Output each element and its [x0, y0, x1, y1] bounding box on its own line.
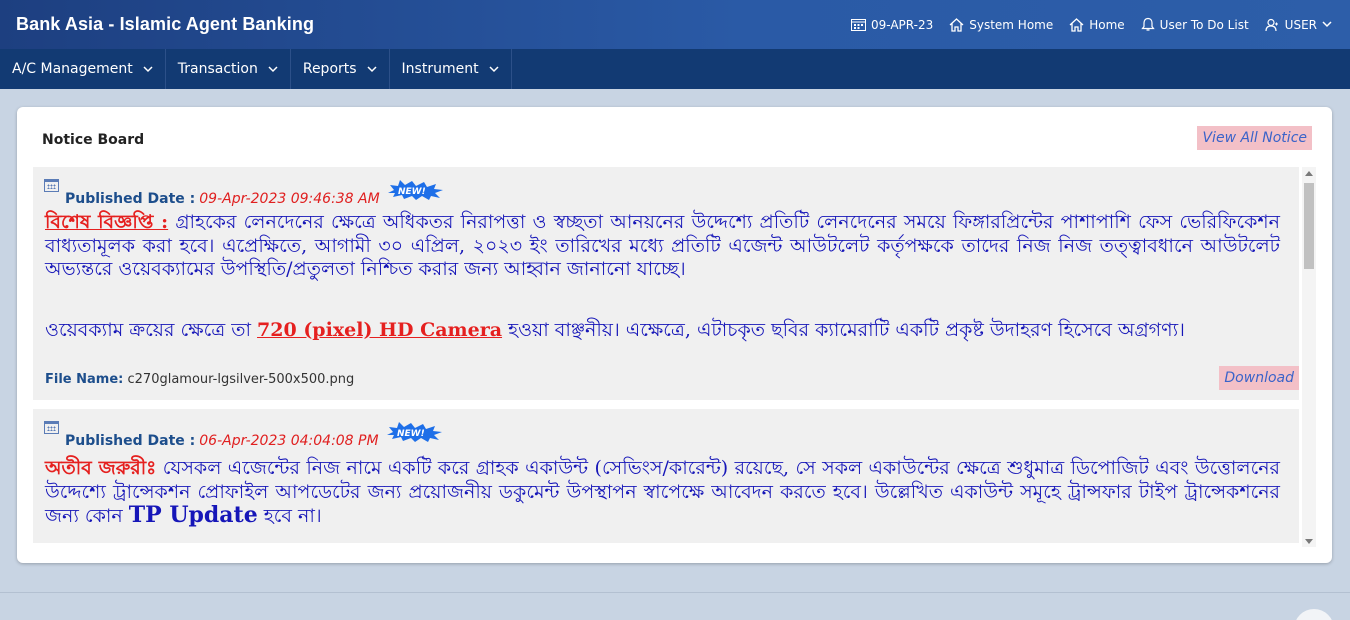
corner-widget[interactable]: [1294, 609, 1334, 620]
new-badge-icon: NEW!: [385, 421, 443, 447]
new-badge-text: NEW!: [397, 429, 425, 439]
system-home-label: System Home: [969, 17, 1054, 32]
vertical-scrollbar[interactable]: [1302, 167, 1316, 547]
file-name-label: File Name:: [45, 372, 124, 387]
file-name: c270glamour-lgsilver-500x500.png: [127, 372, 355, 387]
footer-divider: [0, 592, 1350, 593]
camera-spec-highlight: 720 (pixel) HD Camera: [257, 319, 503, 341]
user-menu[interactable]: USER: [1265, 18, 1332, 32]
scrollbar-thumb[interactable]: [1304, 183, 1314, 269]
download-button[interactable]: Download: [1219, 366, 1299, 390]
date-label: 09-APR-23: [871, 17, 934, 32]
main-menu-bar: A/C Management Transaction Reports Instr…: [0, 49, 1350, 89]
menu-transaction[interactable]: Transaction: [166, 49, 291, 89]
notice-text: হবে না।: [257, 505, 322, 527]
scroll-down-icon[interactable]: [1305, 539, 1313, 544]
tp-update-text: TP Update: [128, 502, 258, 528]
new-badge-text: NEW!: [398, 187, 426, 197]
notice-board-title: Notice Board: [42, 132, 145, 148]
chevron-down-icon: [268, 61, 278, 77]
file-info: File Name: c270glamour-lgsilver-500x500.…: [45, 372, 354, 387]
notice-text: গ্রাহকের লেনদেনের ক্ষেত্রে অধিকতর নিরাপত…: [45, 211, 1280, 280]
chevron-down-icon: [1322, 21, 1332, 28]
notice-meta: Published Date : 09-Apr-2023 09:46:38 AM…: [44, 179, 444, 207]
published-label: Published Date :: [65, 433, 196, 449]
app-brand-title: Bank Asia - Islamic Agent Banking: [16, 14, 315, 34]
system-home-link[interactable]: System Home: [949, 18, 1053, 32]
new-badge-icon: NEW!: [386, 179, 444, 205]
notice-meta: Published Date : 06-Apr-2023 04:04:08 PM…: [44, 421, 443, 449]
notice-item: Published Date : 09-Apr-2023 09:46:38 AM…: [33, 167, 1299, 400]
chevron-down-icon: [489, 61, 499, 77]
calendar-icon: [851, 18, 866, 31]
chevron-down-icon: [143, 61, 153, 77]
menu-reports[interactable]: Reports: [291, 49, 390, 89]
notice-text: হওয়া বাঞ্ছনীয়। এক্ষেত্রে, এটাচকৃত ছবির…: [502, 319, 1185, 341]
calendar-icon: [44, 421, 59, 434]
menu-ac-management[interactable]: A/C Management: [0, 49, 166, 89]
home-link[interactable]: Home: [1069, 17, 1125, 32]
notice-text: ওয়েবক্যাম ক্রয়ের ক্ষেত্রে তা: [45, 319, 258, 341]
user-icon: [1265, 18, 1280, 32]
published-date: 06-Apr-2023 04:04:08 PM: [199, 433, 379, 449]
scroll-up-icon[interactable]: [1305, 171, 1313, 176]
home-label: Home: [1089, 17, 1125, 32]
menu-label: Reports: [302, 61, 357, 77]
notice-item: Published Date : 06-Apr-2023 04:04:08 PM…: [33, 409, 1299, 543]
chevron-down-icon: [367, 61, 377, 77]
published-label: Published Date :: [65, 191, 196, 207]
notice-heading: বিশেষ বিজ্ঞপ্তি :: [45, 211, 169, 233]
calendar-icon: [44, 179, 59, 192]
user-label: USER: [1284, 17, 1317, 32]
menu-instrument[interactable]: Instrument: [390, 49, 512, 89]
notice-list[interactable]: Published Date : 09-Apr-2023 09:46:38 AM…: [33, 167, 1316, 543]
top-nav: 09-APR-23 System Home Home User To Do Li…: [851, 0, 1332, 49]
home-icon: [949, 17, 964, 32]
notice-body: অতীব জরুরীঃ যেসকল এজেন্টের নিজ নামে একটি…: [45, 457, 1280, 529]
published-date: 09-Apr-2023 09:46:38 AM: [199, 191, 380, 207]
date-display: 09-APR-23: [851, 18, 933, 32]
notice-heading: অতীব জরুরীঃ: [45, 457, 157, 479]
todo-label: User To Do List: [1159, 17, 1249, 32]
menu-label: A/C Management: [12, 61, 133, 77]
menu-label: Transaction: [177, 61, 258, 77]
home-icon: [1069, 17, 1084, 32]
menu-label: Instrument: [401, 61, 479, 77]
todo-list-link[interactable]: User To Do List: [1140, 17, 1249, 32]
bell-icon: [1140, 17, 1155, 32]
view-all-notice-button[interactable]: View All Notice: [1197, 126, 1312, 150]
top-header-bar: Bank Asia - Islamic Agent Banking 09-APR…: [0, 0, 1350, 49]
notice-body-2: ওয়েবক্যাম ক্রয়ের ক্ষেত্রে তা 720 (pixe…: [45, 319, 1280, 343]
notice-body: বিশেষ বিজ্ঞপ্তি : গ্রাহকের লেনদেনের ক্ষে…: [45, 211, 1280, 282]
notice-board-card: Notice Board View All Notice Published D…: [17, 107, 1332, 563]
